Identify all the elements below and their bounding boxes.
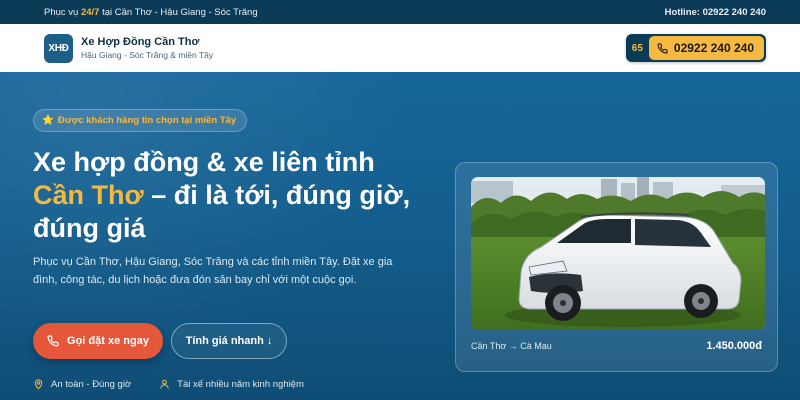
star-icon: ⭐: [42, 115, 54, 126]
brand-logo: XHĐ: [44, 33, 73, 63]
car-photo: [471, 177, 765, 330]
feature-drivers: Tài xế nhiều năm kinh nghiệm: [159, 378, 304, 390]
hotline-number: 02922 240 240: [702, 6, 766, 18]
top-info-bar: Phục vụ 24/7 tại Cần Thơ - Hậu Giang - S…: [0, 0, 800, 24]
quick-quote-button[interactable]: Tính giá nhanh ↓: [171, 323, 287, 359]
top-hotline-link[interactable]: Hotline: 02922 240 240: [665, 7, 766, 18]
call-now-button[interactable]: Gọi đặt xe ngay: [33, 323, 163, 359]
header-hotline-number: 02922 240 240: [673, 41, 754, 55]
hero-headline: Xe hợp đồng & xe liên tỉnh Cần Thơ – đi …: [33, 146, 433, 245]
site-header: XHĐ Xe Hợp Đồng Cần Thơ Hậu Giang - Sóc …: [0, 24, 800, 72]
service-hours-text: Phục vụ 24/7 tại Cần Thơ - Hậu Giang - S…: [44, 7, 258, 18]
feature-safety: An toàn - Đúng giờ: [33, 378, 131, 390]
service-highlight: 24/7: [80, 6, 100, 18]
location-pin-icon: [34, 379, 43, 390]
headline-accent: Cần Thơ: [33, 180, 144, 210]
feature-list: An toàn - Đúng giờ Tài xế nhiều năm kinh…: [33, 378, 304, 390]
brand-name: Xe Hợp Đồng Cần Thơ: [81, 36, 200, 48]
hotline-badge: 65: [631, 42, 643, 54]
brand-link[interactable]: XHĐ Xe Hợp Đồng Cần Thơ Hậu Giang - Sóc …: [44, 33, 213, 63]
feature-safety-label: An toàn - Đúng giờ: [51, 378, 132, 390]
route-price: 1.450.000đ: [706, 340, 762, 352]
phone-icon: [657, 42, 668, 54]
header-hotline-button[interactable]: 65 02922 240 240: [625, 34, 766, 62]
hotline-label: Hotline:: [664, 6, 703, 18]
phone-icon: [47, 335, 59, 347]
headline-line-1: Xe hợp đồng & xe liên tỉnh: [33, 147, 375, 177]
service-prefix: Phục vụ: [44, 6, 81, 18]
quick-quote-label: Tính giá nhanh ↓: [185, 335, 273, 347]
feature-drivers-label: Tài xế nhiều năm kinh nghiệm: [177, 378, 304, 390]
featured-route-card[interactable]: Cần Thơ → Cà Mau 1.450.000đ: [455, 162, 778, 372]
hero-section: ⭐ Được khách hàng tin chọn tại miền Tây …: [0, 72, 800, 400]
trust-badge: ⭐ Được khách hàng tin chọn tại miền Tây: [33, 109, 248, 132]
user-icon: [160, 379, 169, 389]
brand-subtitle: Hậu Giang - Sóc Trăng & miền Tây: [81, 50, 214, 60]
service-areas: tại Cần Thơ - Hậu Giang - Sóc Trăng: [99, 6, 258, 18]
call-now-label: Gọi đặt xe ngay: [67, 335, 149, 347]
trust-badge-text: Được khách hàng tin chọn tại miền Tây: [57, 115, 237, 126]
header-call-button[interactable]: 02922 240 240: [648, 36, 764, 60]
hero-description: Phục vụ Cần Thơ, Hậu Giang, Sóc Trăng và…: [33, 256, 393, 286]
brand-text: Xe Hợp Đồng Cần Thơ Hậu Giang - Sóc Trăn…: [81, 36, 213, 60]
route-label: Cần Thơ → Cà Mau: [471, 341, 552, 351]
